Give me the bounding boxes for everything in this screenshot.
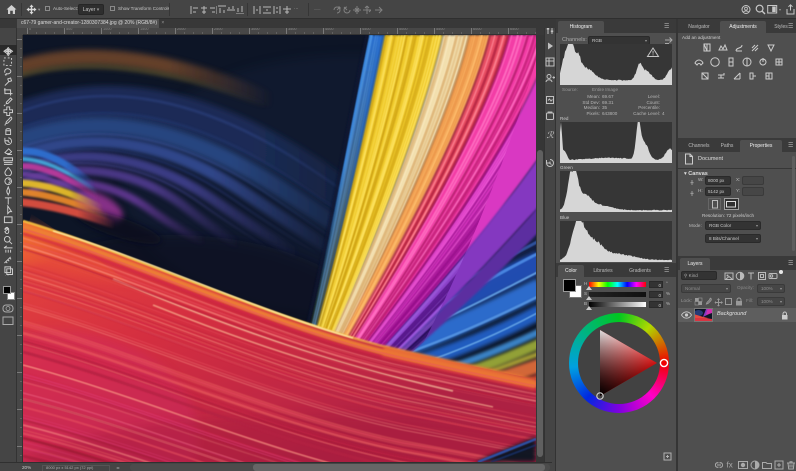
svg-text:fx: fx (727, 461, 733, 470)
svg-text:ℛ: ℛ (547, 130, 555, 140)
